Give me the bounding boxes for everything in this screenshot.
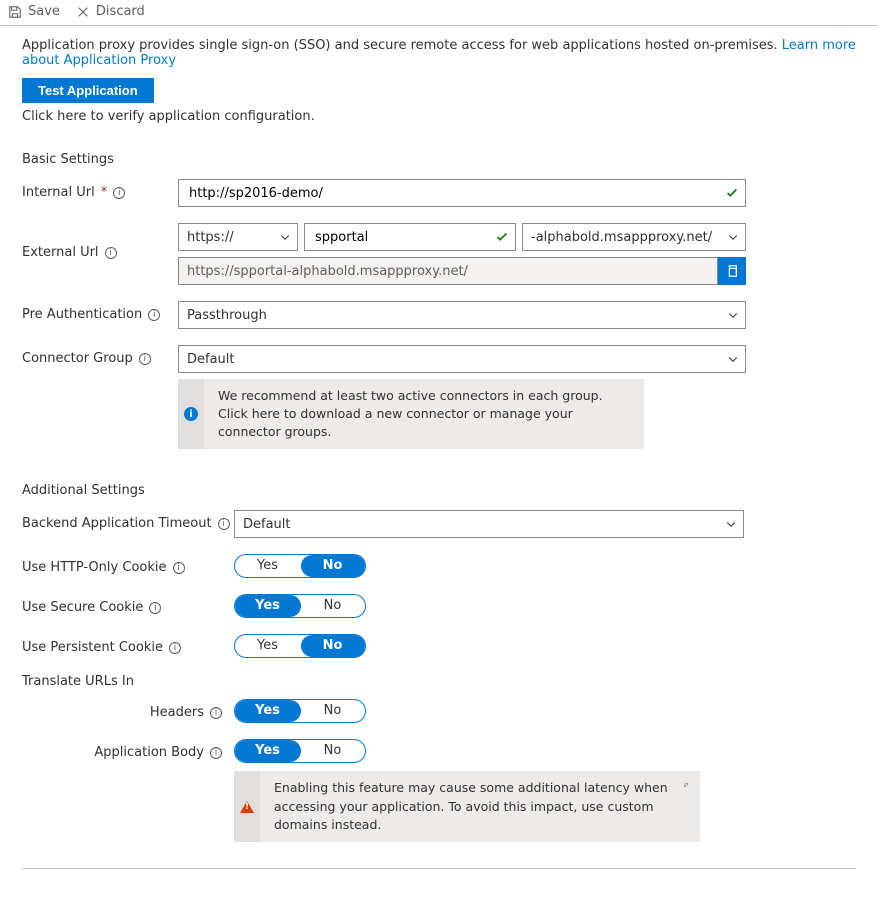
- row-persistent-cookie: Use Persistent Cookie i Yes No: [22, 634, 856, 658]
- copy-button[interactable]: [718, 257, 746, 285]
- discard-label: Discard: [96, 4, 145, 19]
- check-icon: [495, 230, 509, 244]
- connector-group-select[interactable]: Default: [178, 345, 746, 373]
- external-domain-select[interactable]: -alphabold.msappproxy.net/: [522, 223, 746, 251]
- secure-cookie-toggle[interactable]: Yes No: [234, 594, 366, 618]
- test-hint: Click here to verify application configu…: [22, 109, 856, 124]
- app-proxy-form: Application proxy provides single sign-o…: [0, 26, 878, 899]
- check-icon: [725, 186, 739, 200]
- info-icon[interactable]: i: [210, 707, 222, 719]
- http-only-toggle[interactable]: Yes No: [234, 554, 366, 578]
- warning-icon: [240, 801, 254, 813]
- external-host-input-container: [304, 223, 516, 251]
- intro-text: Application proxy provides single sign-o…: [22, 38, 856, 68]
- label-http-only: Use HTTP-Only Cookie: [22, 560, 167, 575]
- internal-url-input-container: [178, 179, 746, 207]
- save-button[interactable]: Save: [8, 4, 60, 19]
- close-icon: [76, 5, 90, 19]
- save-icon: [8, 5, 22, 19]
- info-icon[interactable]: i: [139, 353, 151, 365]
- label-translate-urls: Translate URLs In: [22, 674, 856, 689]
- external-url-readonly: https://spportal-alphabold.msappproxy.ne…: [178, 257, 718, 285]
- save-label: Save: [28, 4, 60, 19]
- connector-callout[interactable]: i We recommend at least two active conne…: [178, 379, 644, 449]
- label-external-url: External Url: [22, 245, 99, 260]
- label-pre-auth: Pre Authentication: [22, 307, 142, 322]
- info-icon[interactable]: i: [148, 309, 160, 321]
- pre-auth-select[interactable]: Passthrough: [178, 301, 746, 329]
- row-secure-cookie: Use Secure Cookie i Yes No: [22, 594, 856, 618]
- connector-callout-text: We recommend at least two active connect…: [214, 379, 636, 449]
- label-persistent-cookie: Use Persistent Cookie: [22, 640, 163, 655]
- external-host-input[interactable]: [313, 229, 489, 246]
- internal-url-input[interactable]: [187, 185, 719, 202]
- chevron-down-icon: [727, 353, 739, 365]
- external-url-combo: https:// -alphabold.msappproxy.net/: [178, 223, 746, 251]
- label-connector-group: Connector Group: [22, 351, 133, 366]
- info-badge-icon: i: [184, 407, 198, 421]
- chevron-down-icon: [725, 518, 737, 530]
- row-pre-auth: Pre Authentication i Passthrough: [22, 301, 856, 329]
- info-icon[interactable]: i: [113, 187, 125, 199]
- row-backend-timeout: Backend Application Timeout i Default: [22, 510, 856, 538]
- row-external-url: External Url i https:// -alphabold.msapp…: [22, 223, 856, 285]
- copy-icon: [725, 264, 739, 278]
- label-app-body: Application Body: [94, 745, 204, 760]
- row-translate-headers: Headers i Yes No: [78, 699, 856, 723]
- external-link-icon: [683, 779, 688, 791]
- persistent-cookie-toggle[interactable]: Yes No: [234, 634, 366, 658]
- translate-body-toggle[interactable]: Yes No: [234, 739, 366, 763]
- section-additional-settings: Additional Settings: [22, 483, 856, 498]
- info-icon[interactable]: i: [105, 247, 117, 259]
- label-backend-timeout: Backend Application Timeout: [22, 516, 212, 531]
- info-icon[interactable]: i: [173, 562, 185, 574]
- translate-warning-text: Enabling this feature may cause some add…: [274, 779, 679, 833]
- translate-headers-toggle[interactable]: Yes No: [234, 699, 366, 723]
- discard-button[interactable]: Discard: [76, 4, 145, 19]
- chevron-down-icon: [279, 231, 291, 243]
- command-bar: Save Discard: [0, 0, 878, 23]
- row-translate-body: Application Body i Yes No: [78, 739, 856, 763]
- label-headers: Headers: [150, 705, 204, 720]
- external-scheme-select[interactable]: https://: [178, 223, 298, 251]
- row-connector-group: Connector Group i Default i We recommend…: [22, 345, 856, 449]
- label-secure-cookie: Use Secure Cookie: [22, 600, 143, 615]
- section-basic-settings: Basic Settings: [22, 152, 856, 167]
- info-icon[interactable]: i: [210, 747, 222, 759]
- info-icon[interactable]: i: [169, 642, 181, 654]
- test-application-button[interactable]: Test Application: [22, 78, 154, 103]
- chevron-down-icon: [727, 309, 739, 321]
- backend-timeout-select[interactable]: Default: [234, 510, 744, 538]
- required-mark: *: [101, 185, 108, 200]
- info-icon[interactable]: i: [218, 518, 230, 530]
- label-internal-url: Internal Url: [22, 185, 95, 200]
- row-internal-url: Internal Url * i: [22, 179, 856, 207]
- divider: [22, 868, 856, 869]
- row-http-only: Use HTTP-Only Cookie i Yes No: [22, 554, 856, 578]
- info-icon[interactable]: i: [149, 602, 161, 614]
- chevron-down-icon: [727, 231, 739, 243]
- external-url-readonly-row: https://spportal-alphabold.msappproxy.ne…: [178, 257, 746, 285]
- translate-warning-callout[interactable]: Enabling this feature may cause some add…: [234, 771, 700, 841]
